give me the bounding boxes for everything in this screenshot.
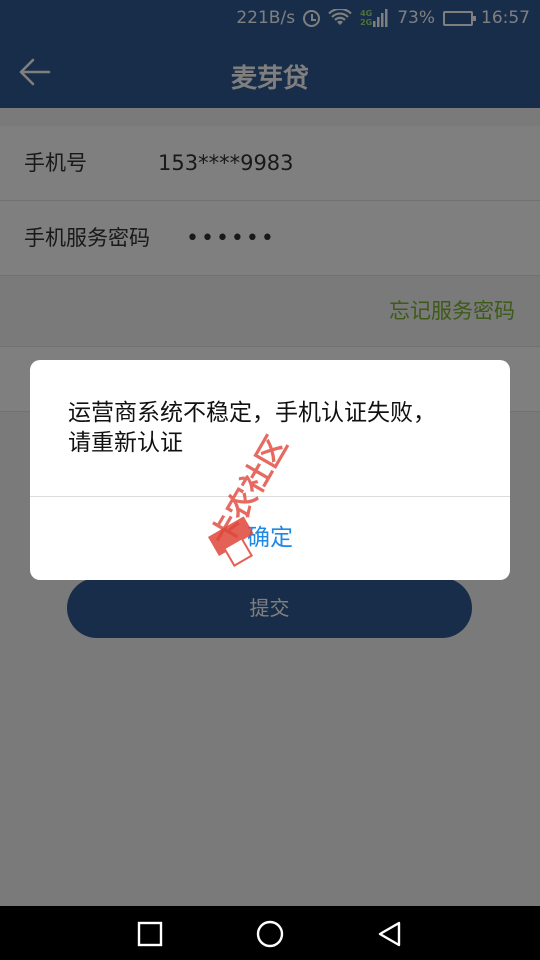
circle-icon[interactable] — [255, 919, 285, 949]
system-nav-bar — [0, 906, 540, 960]
square-icon[interactable] — [135, 919, 165, 949]
triangle-back-icon[interactable] — [375, 919, 405, 949]
watermark-logo: 卡农社区 — [205, 398, 328, 568]
